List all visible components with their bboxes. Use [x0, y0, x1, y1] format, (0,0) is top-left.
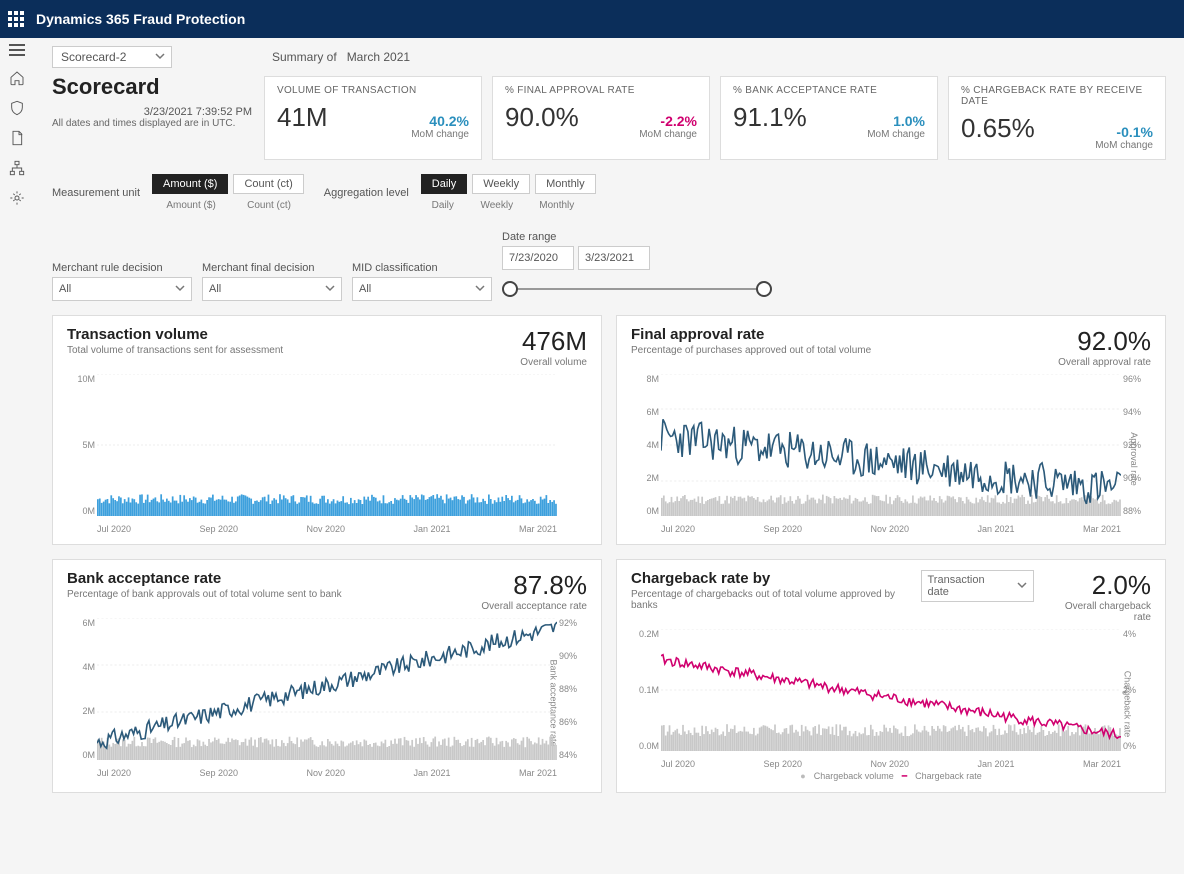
- cb-title: Chargeback rate by: [631, 570, 921, 587]
- filter-date-label: Date range: [502, 231, 772, 243]
- side-nav: [0, 38, 34, 874]
- tv-sub: Total volume of transactions sent for as…: [67, 345, 283, 356]
- document-icon[interactable]: [9, 130, 25, 146]
- page-selector[interactable]: Scorecard-2: [52, 46, 172, 68]
- far-biglabel: Overall approval rate: [1058, 357, 1151, 368]
- filter-merchant-final[interactable]: All: [202, 277, 342, 301]
- tv-big: 476M: [520, 326, 587, 357]
- filter-merchant-rule-label: Merchant rule decision: [52, 262, 192, 274]
- bar-y2-axis: 92%90%88%86%84%: [559, 618, 587, 760]
- bar-y-axis: 6M4M2M0M: [67, 618, 95, 760]
- slider-handle-right[interactable]: [756, 281, 772, 297]
- filter-merchant-rule[interactable]: All: [52, 277, 192, 301]
- cb-x-axis: Jul 2020Sep 2020Nov 2020Jan 2021Mar 2021: [661, 759, 1121, 769]
- agg-monthly-button[interactable]: Monthly: [535, 174, 596, 194]
- cb-biglabel: Overall chargeback rate: [1046, 601, 1151, 623]
- app-launcher-icon[interactable]: [8, 11, 24, 27]
- filter-mid[interactable]: All: [352, 277, 492, 301]
- summary-prefix: Summary of: [272, 50, 337, 64]
- tv-title: Transaction volume: [67, 326, 283, 343]
- card-chargeback: Chargeback rate by Percentage of chargeb…: [616, 559, 1166, 793]
- measure-segmented: Amount ($) Count (ct): [152, 174, 304, 194]
- chevron-down-icon: [475, 283, 485, 296]
- top-bar: Dynamics 365 Fraud Protection: [0, 0, 1184, 38]
- cb-big: 2.0%: [1046, 570, 1151, 601]
- cb-sub: Percentage of chargebacks out of total v…: [631, 589, 921, 611]
- card-transaction-volume: Transaction volume Total volume of trans…: [52, 315, 602, 545]
- slider-handle-left[interactable]: [502, 281, 518, 297]
- far-title: Final approval rate: [631, 326, 871, 343]
- far-big: 92.0%: [1058, 326, 1151, 357]
- gear-icon[interactable]: [9, 190, 25, 206]
- kpi-chargeback: % CHARGEBACK RATE BY RECEIVE DATE 0.65% …: [948, 76, 1166, 160]
- measure-count-button[interactable]: Count (ct): [233, 174, 303, 194]
- tv-x-axis: Jul 2020Sep 2020Nov 2020Jan 2021Mar 2021: [97, 524, 557, 534]
- card-bank-acceptance: Bank acceptance rate Percentage of bank …: [52, 559, 602, 793]
- agg-daily-button[interactable]: Daily: [421, 174, 467, 194]
- far-x-axis: Jul 2020Sep 2020Nov 2020Jan 2021Mar 2021: [661, 524, 1121, 534]
- hierarchy-icon[interactable]: [9, 160, 25, 176]
- bar-biglabel: Overall acceptance rate: [481, 601, 587, 612]
- date-to[interactable]: 3/23/2021: [578, 246, 650, 270]
- kpi-volume: VOLUME OF TRANSACTION 41M 40.2%MoM chang…: [264, 76, 482, 160]
- tv-y-axis: 10M5M0M: [67, 374, 95, 516]
- timezone-note: All dates and times displayed are in UTC…: [52, 118, 252, 129]
- cb-y2-label: Chargeback rate: [1123, 671, 1133, 738]
- date-slider[interactable]: [502, 277, 772, 301]
- bar-big: 87.8%: [481, 570, 587, 601]
- main-content: Scorecard-2 Summary of March 2021 Scorec…: [34, 38, 1184, 874]
- far-sub: Percentage of purchases approved out of …: [631, 345, 871, 356]
- summary-month: March 2021: [347, 50, 410, 64]
- page-title: Scorecard: [52, 74, 252, 100]
- timestamp: 3/23/2021 7:39:52 PM: [52, 106, 252, 118]
- bar-title: Bank acceptance rate: [67, 570, 342, 587]
- agg-label: Aggregation level: [324, 187, 409, 199]
- bar-sub: Percentage of bank approvals out of tota…: [67, 589, 342, 600]
- chevron-down-icon: [175, 283, 185, 296]
- measure-label: Measurement unit: [52, 187, 140, 199]
- agg-weekly-button[interactable]: Weekly: [472, 174, 530, 194]
- far-y2-label: Approval rate: [1129, 432, 1139, 486]
- chevron-down-icon: [1017, 580, 1027, 593]
- app-title: Dynamics 365 Fraud Protection: [36, 11, 245, 27]
- cb-legend: ●Chargeback volume━Chargeback rate: [631, 771, 1151, 782]
- shield-icon[interactable]: [9, 100, 25, 116]
- cb-y-axis: 0.2M0.1M0.0M: [631, 629, 659, 751]
- card-final-approval: Final approval rate Percentage of purcha…: [616, 315, 1166, 545]
- bar-x-axis: Jul 2020Sep 2020Nov 2020Jan 2021Mar 2021: [97, 768, 557, 778]
- cb-mode-select[interactable]: Transaction date: [921, 570, 1035, 602]
- measure-amount-button[interactable]: Amount ($): [152, 174, 228, 194]
- page-selector-value: Scorecard-2: [61, 50, 126, 64]
- menu-icon[interactable]: [9, 44, 25, 56]
- date-from[interactable]: 7/23/2020: [502, 246, 574, 270]
- chevron-down-icon: [325, 283, 335, 296]
- chevron-down-icon: [155, 50, 165, 64]
- far-y-axis: 8M6M4M2M0M: [631, 374, 659, 516]
- title-block: Scorecard 3/23/2021 7:39:52 PM All dates…: [52, 76, 252, 129]
- tv-biglabel: Overall volume: [520, 357, 587, 368]
- kpis: VOLUME OF TRANSACTION 41M 40.2%MoM chang…: [264, 76, 1166, 160]
- filter-mid-label: MID classification: [352, 262, 492, 274]
- kpi-bank: % BANK ACCEPTANCE RATE 91.1% 1.0%MoM cha…: [720, 76, 938, 160]
- home-icon[interactable]: [9, 70, 25, 86]
- filter-merchant-final-label: Merchant final decision: [202, 262, 342, 274]
- kpi-approval: % FINAL APPROVAL RATE 90.0% -2.2%MoM cha…: [492, 76, 710, 160]
